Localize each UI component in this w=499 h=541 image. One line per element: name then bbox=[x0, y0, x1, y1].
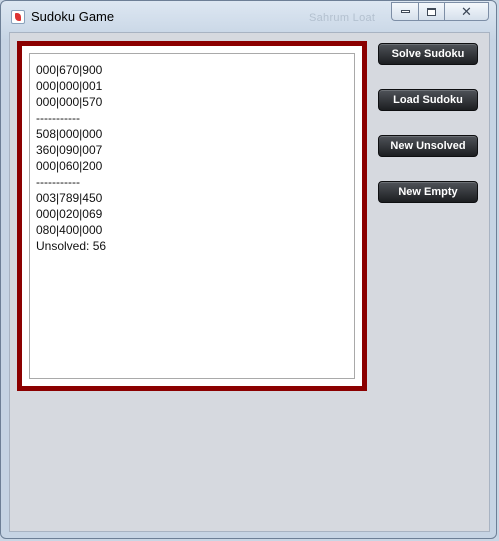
app-window: Sudoku Game Sahrum Loat ✕ 000|670|900 00… bbox=[0, 0, 497, 539]
solve-sudoku-button[interactable]: Solve Sudoku bbox=[378, 43, 478, 65]
new-unsolved-button[interactable]: New Unsolved bbox=[378, 135, 478, 157]
close-button[interactable]: ✕ bbox=[444, 2, 489, 21]
output-line: 000|000|570 bbox=[36, 95, 103, 109]
maximize-button[interactable] bbox=[418, 2, 444, 21]
java-app-icon bbox=[11, 10, 25, 24]
output-line: 000|020|069 bbox=[36, 207, 103, 221]
unsolved-count: Unsolved: 56 bbox=[36, 239, 107, 253]
minimize-icon bbox=[400, 10, 410, 13]
output-line: 080|400|000 bbox=[36, 223, 103, 237]
minimize-button[interactable] bbox=[391, 2, 418, 21]
output-separator: ----------- bbox=[36, 111, 80, 125]
output-line: 508|000|000 bbox=[36, 127, 103, 141]
window-title: Sudoku Game bbox=[31, 9, 115, 24]
output-line: 000|670|900 bbox=[36, 63, 103, 77]
new-empty-button[interactable]: New Empty bbox=[378, 181, 478, 203]
close-icon: ✕ bbox=[461, 4, 472, 19]
content-panel: 000|670|900 000|000|001 000|000|570 ----… bbox=[9, 32, 490, 532]
load-sudoku-button[interactable]: Load Sudoku bbox=[378, 89, 478, 111]
output-line: 003|789|450 bbox=[36, 191, 103, 205]
sudoku-output-textarea[interactable]: 000|670|900 000|000|001 000|000|570 ----… bbox=[29, 53, 355, 379]
output-separator: ----------- bbox=[36, 175, 80, 189]
output-line: 000|000|001 bbox=[36, 79, 103, 93]
sudoku-display-frame: 000|670|900 000|000|001 000|000|570 ----… bbox=[17, 41, 367, 391]
output-line: 360|090|007 bbox=[36, 143, 103, 157]
window-controls: ✕ bbox=[391, 2, 489, 22]
output-line: 000|060|200 bbox=[36, 159, 103, 173]
background-window-text: Sahrum Loat bbox=[309, 12, 376, 24]
maximize-icon bbox=[427, 7, 436, 16]
title-bar[interactable]: Sudoku Game Sahrum Loat ✕ bbox=[1, 1, 496, 31]
